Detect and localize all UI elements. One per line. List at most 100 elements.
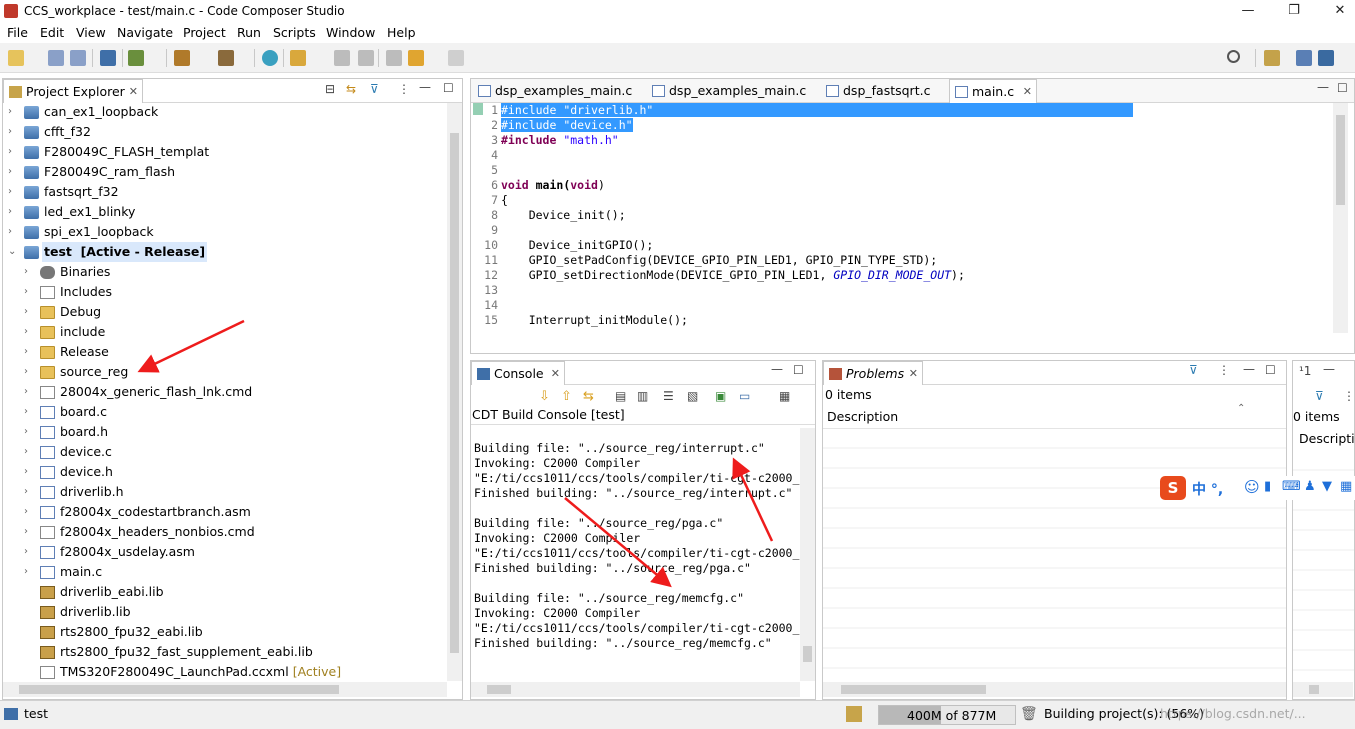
tree-item-file[interactable]: › 28004x_generic_flash_lnk.cmd	[24, 382, 444, 402]
tree-item-file[interactable]: TMS320F280049C_LaunchPad.ccxml [Active]	[24, 662, 444, 682]
menu-window[interactable]: Window	[326, 25, 375, 40]
sogou-logo-icon[interactable]: S	[1160, 476, 1186, 500]
tree-item-file[interactable]: › device.h	[24, 462, 444, 482]
garbage-collect-icon[interactable]: 🗑	[1020, 706, 1038, 722]
maximize-view-icon[interactable]: ☐	[793, 363, 804, 377]
maximize-view-icon[interactable]: ☐	[1337, 81, 1348, 95]
tree-item-file[interactable]: rts2800_fpu32_fast_supplement_eabi.lib	[24, 642, 444, 662]
menu-project[interactable]: Project	[183, 25, 226, 40]
menu-view[interactable]: View	[76, 25, 106, 40]
tree-item-binaries[interactable]: › Binaries	[24, 262, 444, 282]
filter-icon[interactable]: ⊽	[1189, 363, 1198, 377]
code-line[interactable]: 13	[474, 283, 501, 298]
back-arrow-icon[interactable]	[408, 50, 424, 66]
menu-navigate[interactable]: Navigate	[117, 25, 173, 40]
code-line[interactable]: 12 GPIO_setDirectionMode(DEVICE_GPIO_PIN…	[474, 268, 965, 283]
code-line[interactable]: 5	[474, 163, 501, 178]
tree-item-file[interactable]: rts2800_fpu32_eabi.lib	[24, 622, 444, 642]
debug-perspective-icon[interactable]	[1318, 50, 1334, 66]
open-console-icon[interactable]: ▣	[715, 389, 726, 403]
description-column[interactable]: Description	[827, 409, 898, 424]
search-icon[interactable]	[1227, 50, 1240, 63]
code-line[interactable]: 7{	[474, 193, 508, 208]
pin-icon[interactable]: ▥	[637, 389, 648, 403]
tab-dsp-fastsqrt[interactable]: dsp_fastsqrt.c	[821, 79, 947, 103]
code-line[interactable]: 4	[474, 148, 501, 163]
keyboard-icon[interactable]: ⌨	[1282, 479, 1301, 494]
last-edit-icon[interactable]	[386, 50, 402, 66]
tree-item-project[interactable]: › F280049C_FLASH_templat	[8, 142, 448, 162]
build-icon[interactable]	[100, 50, 116, 66]
ime-toolbar[interactable]: S 中 °, ☺ ▮ ⌨ ♟ ▼ ▦	[1160, 476, 1355, 500]
minimize-view-icon[interactable]: —	[1243, 362, 1255, 376]
code-line[interactable]: 14	[474, 298, 501, 313]
pencil-icon[interactable]	[290, 50, 306, 66]
skin-icon[interactable]: ▼	[1322, 479, 1332, 494]
minimize-view-icon[interactable]: —	[771, 362, 783, 376]
tree-item-file[interactable]: › f28004x_codestartbranch.asm	[24, 502, 444, 522]
close-icon[interactable]: ✕	[129, 80, 138, 104]
search-icon[interactable]	[262, 50, 278, 66]
code-line[interactable]: 2 #include "device.h"	[474, 118, 633, 133]
tree-item-file[interactable]: › f28004x_headers_nonbios.cmd	[24, 522, 444, 542]
code-line[interactable]: 15 Interrupt_initModule();	[474, 313, 688, 328]
forward-arrow-icon[interactable]	[448, 50, 464, 66]
code-line[interactable]: 1 #include "driverlib.h"	[474, 103, 1134, 118]
tree-item-folder[interactable]: › Debug	[24, 302, 444, 322]
scroll-down-icon[interactable]: ⇩	[539, 389, 550, 404]
tree-item-includes[interactable]: › Includes	[24, 282, 444, 302]
new-console-icon[interactable]: ▦	[779, 389, 790, 403]
menu-edit[interactable]: Edit	[40, 25, 64, 40]
clear-console-icon[interactable]: ▧	[687, 389, 698, 403]
tab-main-c[interactable]: main.c ✕	[949, 79, 1037, 103]
console-vertical-scrollbar[interactable]	[800, 428, 815, 681]
scroll-up-icon[interactable]: ⇧	[561, 389, 572, 404]
tree-item-file[interactable]: › f28004x_usdelay.asm	[24, 542, 444, 562]
save-all-icon[interactable]	[70, 50, 86, 66]
maximize-view-icon[interactable]: ☐	[443, 81, 454, 95]
background-tasks-icon[interactable]	[846, 706, 862, 722]
minimize-view-icon[interactable]: —	[419, 80, 431, 94]
hammer-icon[interactable]	[218, 50, 234, 66]
view-menu-icon[interactable]: ⋮	[1343, 389, 1355, 403]
user-icon[interactable]: ♟	[1304, 479, 1316, 494]
minimize-button[interactable]: —	[1225, 0, 1271, 23]
microphone-icon[interactable]: ▮	[1264, 479, 1271, 494]
close-button[interactable]: ✕	[1317, 0, 1355, 23]
heap-status[interactable]: 400M of 877M	[878, 705, 1016, 725]
tab-overflow[interactable]: ¹1	[1299, 364, 1311, 378]
code-line[interactable]: 9	[474, 223, 501, 238]
view-menu-icon[interactable]: ⋮	[398, 82, 410, 96]
tree-item-folder[interactable]: › source_reg	[24, 362, 444, 382]
tree-item-project[interactable]: › cfft_f32	[8, 122, 448, 142]
debug-icon[interactable]	[128, 50, 144, 66]
filter-icon[interactable]: ⊽	[1315, 389, 1324, 403]
right-horizontal-scrollbar[interactable]	[1293, 682, 1353, 697]
tab-dsp-examples-main[interactable]: dsp_examples_main.c	[473, 79, 645, 103]
tree-item-active-project[interactable]: ⌄ test [Active - Release]	[8, 242, 448, 262]
code-line[interactable]: 6 void main(void)	[474, 178, 605, 193]
show-console-icon[interactable]: ☰	[663, 389, 674, 403]
maximize-view-icon[interactable]: ☐	[1265, 363, 1276, 377]
code-line[interactable]: 11 GPIO_setPadConfig(DEVICE_GPIO_PIN_LED…	[474, 253, 937, 268]
tree-item-project[interactable]: › can_ex1_loopback	[8, 102, 448, 122]
code-line[interactable]: 10 Device_initGPIO();	[474, 238, 653, 253]
tree-item-project[interactable]: › spi_ex1_loopback	[8, 222, 448, 242]
page-icon[interactable]	[358, 50, 374, 66]
tree-item-file[interactable]: › driverlib.h	[24, 482, 444, 502]
emoji-icon[interactable]: ☺	[1244, 478, 1260, 496]
collapse-all-icon[interactable]: ⊟	[325, 82, 335, 96]
tab-project-explorer[interactable]: Project Explorer ✕	[3, 79, 143, 103]
menu-help[interactable]: Help	[387, 25, 416, 40]
edit-perspective-icon[interactable]	[1296, 50, 1312, 66]
tree-item-file[interactable]: › main.c	[24, 562, 444, 582]
tree-item-folder[interactable]: › include	[24, 322, 444, 342]
toolbox-icon[interactable]: ▦	[1340, 479, 1352, 494]
tree-item-project[interactable]: › fastsqrt_f32	[8, 182, 448, 202]
menu-run[interactable]: Run	[237, 25, 261, 40]
problems-horizontal-scrollbar[interactable]	[823, 682, 1286, 697]
tree-item-file[interactable]: › device.c	[24, 442, 444, 462]
tree-item-file[interactable]: › board.h	[24, 422, 444, 442]
problems-header[interactable]: Description ⌃	[823, 403, 1286, 429]
display-console-icon[interactable]: ▭	[739, 389, 750, 403]
